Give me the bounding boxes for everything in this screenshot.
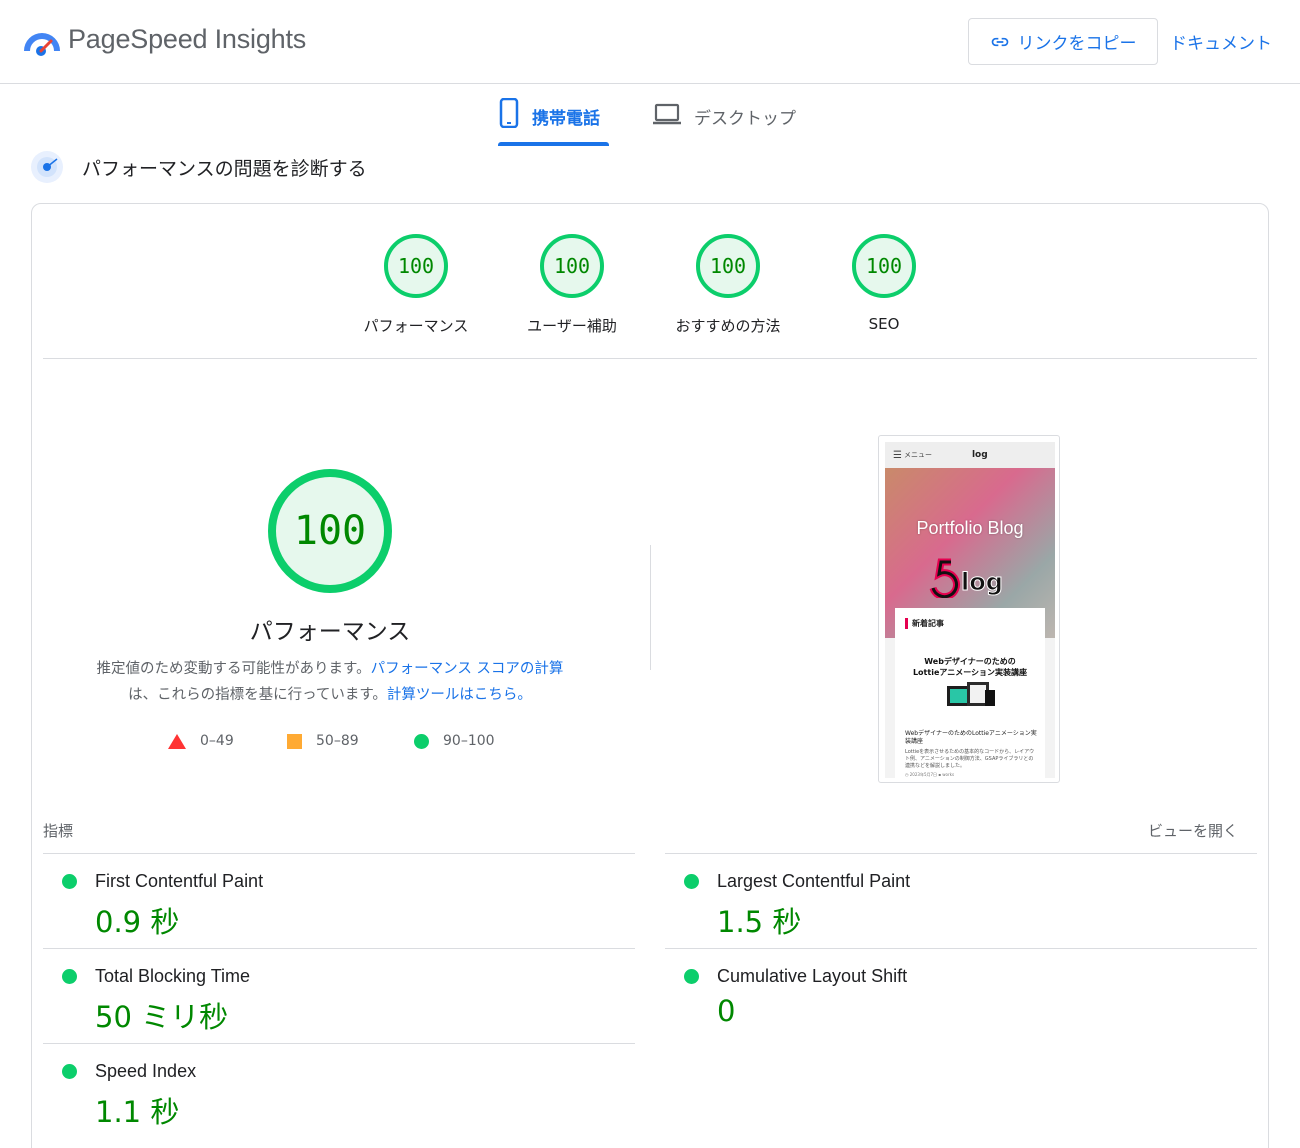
pass-dot-icon: [684, 969, 699, 984]
screenshot-post-meta: ◷ 2023年5月7日 ▪ works: [905, 772, 955, 777]
gauge-score: 100: [540, 234, 604, 298]
pass-dot-icon: [684, 874, 699, 889]
top-bar: PageSpeed Insights リンクをコピー ドキュメント: [0, 0, 1300, 84]
legend-range: 90–100: [443, 733, 495, 749]
screenshot-small-logo: log: [971, 450, 988, 460]
gauge-seo[interactable]: 100 SEO: [824, 234, 944, 333]
gauge-label: ユーザー補助: [527, 317, 617, 335]
category-gauges: 100 パフォーマンス 100 ユーザー補助 100 おすすめの方法 100 S…: [350, 234, 950, 344]
screenshot-headline-1: Webデザイナーのための: [924, 657, 1016, 666]
section-title: パフォーマンスの問題を診断する: [82, 158, 367, 180]
metric-cls: Cumulative Layout Shift 0: [665, 948, 1257, 1043]
pass-dot-icon: [62, 874, 77, 889]
screenshot-header: ☰ メニュー log: [885, 442, 1055, 468]
screenshot-post-card: 新着記事 Webデザイナーのための Lottieアニメーション実装講座 Webデ…: [895, 608, 1045, 778]
gauge-label: おすすめの方法: [675, 317, 781, 335]
divider: [650, 545, 651, 670]
gauge-best-practices[interactable]: 100 おすすめの方法: [668, 234, 788, 336]
gauge-score: 100: [384, 234, 448, 298]
screenshot-section-label: 新着記事: [905, 618, 944, 629]
gauge-performance[interactable]: 100 パフォーマンス: [356, 234, 476, 336]
expand-view-toggle[interactable]: ビューを開く: [1148, 820, 1238, 841]
legend-pass: 90–100: [414, 733, 495, 749]
svg-text:log: log: [961, 568, 1003, 596]
post-thumbnail-icon: [947, 682, 995, 706]
performance-score-gauge: 100: [268, 469, 392, 593]
tab-mobile[interactable]: 携帯電話: [498, 98, 609, 146]
app-title: PageSpeed Insights: [68, 24, 307, 54]
square-icon: [287, 733, 302, 749]
blog-logo-icon: log: [929, 558, 1003, 598]
gauge-score: 100: [852, 234, 916, 298]
gauge-score: 100: [696, 234, 760, 298]
divider: [43, 358, 1257, 359]
screenshot-menu-label: メニュー: [903, 451, 932, 459]
legend-average: 50–89: [287, 733, 359, 749]
link-icon: [991, 37, 1008, 46]
metric-value: 0: [717, 994, 736, 1028]
metric-value: 50 ミリ秒: [95, 1000, 229, 1034]
legend-range: 0–49: [200, 733, 234, 749]
tab-desktop[interactable]: デスクトップ: [652, 98, 812, 146]
screenshot-post-body: Lottieを表示させるための基本的なコードから、レイアウト例、アニメーションの…: [905, 749, 1035, 769]
screenshot-viewport: ☰ メニュー log Portfolio Blog log 新着記事 Webデザ…: [885, 442, 1055, 778]
screenshot-headline-2: Lottieアニメーション実装講座: [912, 668, 1028, 677]
documentation-link[interactable]: ドキュメント: [1170, 29, 1272, 54]
performance-score-label: パフォーマンス: [249, 619, 411, 645]
smartphone-icon: [499, 98, 519, 128]
laptop-icon: [653, 103, 681, 125]
pass-dot-icon: [62, 969, 77, 984]
final-screenshot: ☰ メニュー log Portfolio Blog log 新着記事 Webデザ…: [878, 435, 1060, 783]
screenshot-hero-title: Portfolio Blog: [916, 518, 1024, 538]
screenshot-post-title: WebデザイナーのためのLottieアニメーション実装講座: [905, 730, 1037, 745]
metric-name: Total Blocking Time: [95, 966, 251, 986]
desc-text: 推定値のため変動する可能性があります。: [96, 661, 371, 677]
metric-speed-index: Speed Index 1.1 秒: [43, 1043, 635, 1138]
gauge-accessibility[interactable]: 100 ユーザー補助: [512, 234, 632, 336]
lighthouse-diagnostic-icon: [31, 151, 63, 183]
triangle-icon: [168, 733, 186, 749]
calculator-link[interactable]: 計算ツールはこちら。: [387, 687, 532, 703]
pass-dot-icon: [62, 1064, 77, 1079]
tab-desktop-label: デスクトップ: [694, 109, 796, 129]
metric-fcp: First Contentful Paint 0.9 秒: [43, 853, 635, 948]
legend-range: 50–89: [316, 733, 359, 749]
metric-value: 1.1 秒: [95, 1095, 180, 1129]
desc-text: は、これらの指標を基に行っています。: [128, 687, 387, 703]
score-calc-link[interactable]: パフォーマンス スコアの計算: [371, 661, 564, 677]
metric-lcp: Largest Contentful Paint 1.5 秒: [665, 853, 1257, 948]
gauge-label: パフォーマンス: [363, 317, 469, 335]
metric-value: 1.5 秒: [717, 905, 802, 939]
gauge-label: SEO: [868, 315, 900, 333]
copy-link-button[interactable]: リンクをコピー: [968, 18, 1158, 65]
metric-tbt: Total Blocking Time 50 ミリ秒: [43, 948, 635, 1043]
metrics-heading: 指標: [43, 822, 74, 840]
copy-link-label: リンクをコピー: [1017, 34, 1137, 54]
circle-icon: [414, 733, 429, 749]
screenshot-headline: Webデザイナーのための Lottieアニメーション実装講座: [895, 656, 1045, 678]
metric-name: Largest Contentful Paint: [717, 871, 911, 891]
hamburger-icon: ☰: [893, 449, 902, 461]
tab-mobile-label: 携帯電話: [532, 109, 600, 129]
legend-fail: 0–49: [168, 733, 234, 749]
metric-name: First Contentful Paint: [95, 871, 264, 891]
metric-name: Cumulative Layout Shift: [717, 966, 908, 986]
score-description: 推定値のため変動する可能性があります。パフォーマンス スコアの計算 は、これらの…: [70, 656, 590, 708]
pagespeed-logo-icon: [24, 33, 60, 56]
metric-value: 0.9 秒: [95, 905, 180, 939]
metric-name: Speed Index: [95, 1061, 197, 1081]
